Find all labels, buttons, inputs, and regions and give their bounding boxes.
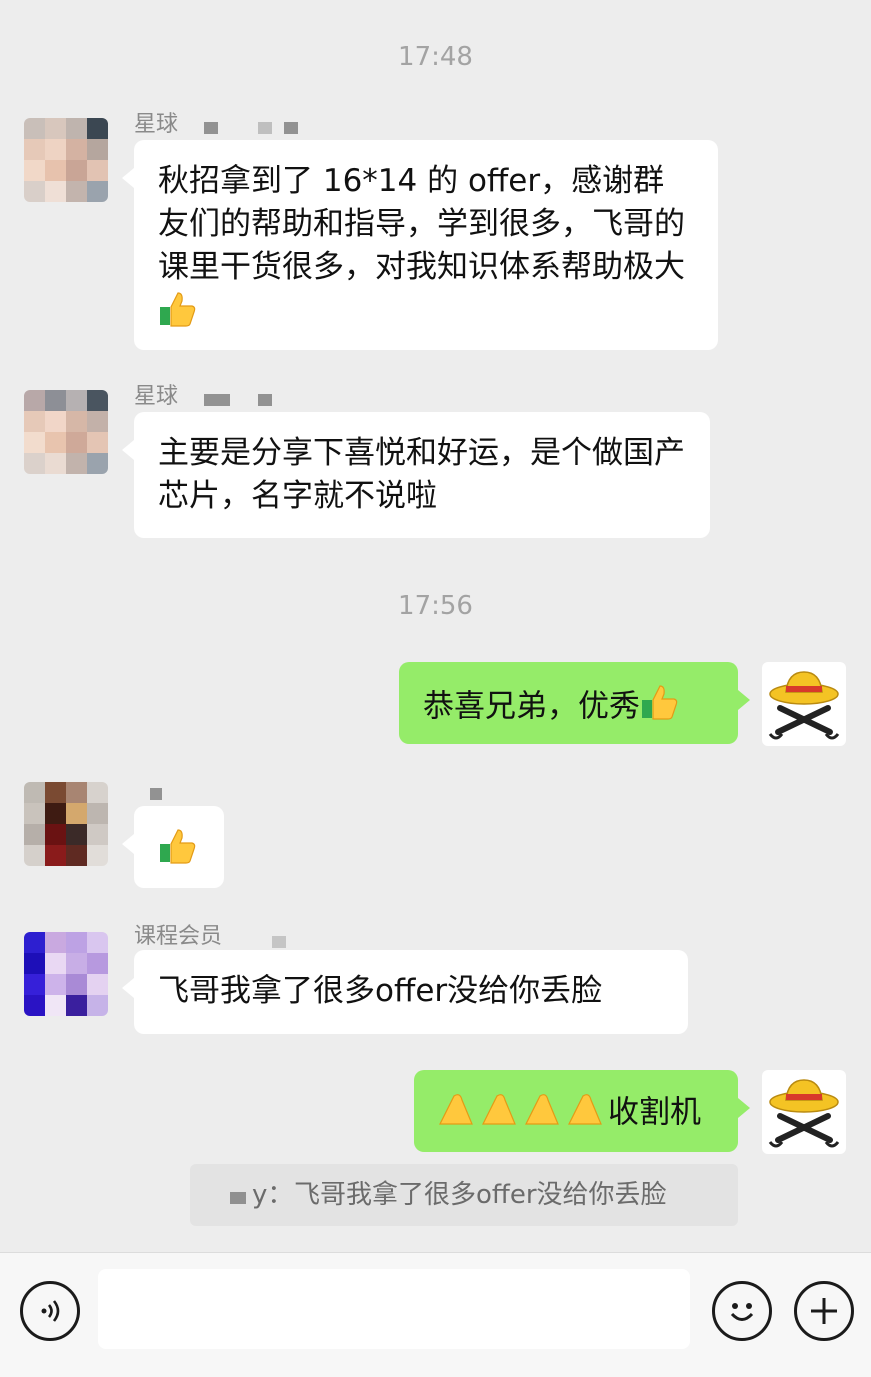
- redaction-mask: [204, 122, 218, 134]
- avatar[interactable]: [24, 782, 108, 866]
- message-bubble[interactable]: 主要是分享下喜悦和好运，是个做国产芯片，名字就不说啦: [122, 412, 710, 538]
- redaction-mask: [284, 122, 298, 134]
- message-input[interactable]: [98, 1269, 690, 1349]
- avatar-self[interactable]: [762, 662, 846, 746]
- message-text: 主要是分享下喜悦和好运，是个做国产芯片，名字就不说啦: [158, 435, 685, 514]
- straw-hat-icon: [768, 1079, 840, 1148]
- thumbs-up-icon: [158, 826, 198, 878]
- message-bubble-self[interactable]: 收割机: [414, 1070, 750, 1152]
- timestamp: 17:56: [398, 591, 473, 621]
- quoted-reply[interactable]: y： 飞哥我拿了很多offer没给你丢脸: [190, 1164, 738, 1226]
- voice-icon[interactable]: [20, 1281, 80, 1341]
- avatar[interactable]: [24, 390, 108, 474]
- message-bubble[interactable]: [122, 806, 224, 888]
- avatar[interactable]: [24, 932, 108, 1016]
- redaction-mask: [258, 122, 272, 134]
- redaction-mask: [258, 394, 272, 406]
- redaction-mask: [150, 788, 162, 800]
- quote-text: 飞哥我拿了很多offer没给你丢脸: [294, 1180, 667, 1210]
- message-text: 收割机: [608, 1094, 701, 1131]
- avatar-self[interactable]: [762, 1070, 846, 1154]
- redaction-mask: [204, 394, 230, 406]
- thumbs-up-icon: [640, 682, 680, 734]
- sender-name: 课程会员: [134, 924, 223, 949]
- quote-separator: y：: [252, 1180, 294, 1210]
- message-text: 恭喜兄弟，优秀: [423, 688, 640, 725]
- sender-name: 星球: [134, 112, 179, 137]
- message-bubble-self[interactable]: 恭喜兄弟，优秀: [399, 662, 750, 744]
- plus-icon[interactable]: [794, 1281, 854, 1341]
- message-bubble[interactable]: 飞哥我拿了很多offer没给你丢脸: [122, 950, 688, 1034]
- message-bubble[interactable]: 秋招拿到了 16*14 的 offer，感谢群友们的帮助和指导，学到很多，飞哥的…: [122, 140, 718, 350]
- message-text: 飞哥我拿了很多offer没给你丢脸: [158, 973, 603, 1009]
- straw-hat-icon: [768, 671, 840, 740]
- emoji-icon[interactable]: [712, 1281, 772, 1341]
- sender-name: 星球: [134, 384, 179, 409]
- thumbs-up-icon: [158, 289, 198, 341]
- input-toolbar: [0, 1252, 871, 1377]
- avatar[interactable]: [24, 118, 108, 202]
- message-text: 秋招拿到了 16*14 的 offer，感谢群友们的帮助和指导，学到很多，飞哥的…: [158, 163, 685, 285]
- redaction-mask: [230, 1192, 246, 1204]
- timestamp: 17:48: [398, 42, 473, 72]
- redaction-mask: [272, 936, 286, 948]
- pray-hands-icon: [436, 1090, 608, 1138]
